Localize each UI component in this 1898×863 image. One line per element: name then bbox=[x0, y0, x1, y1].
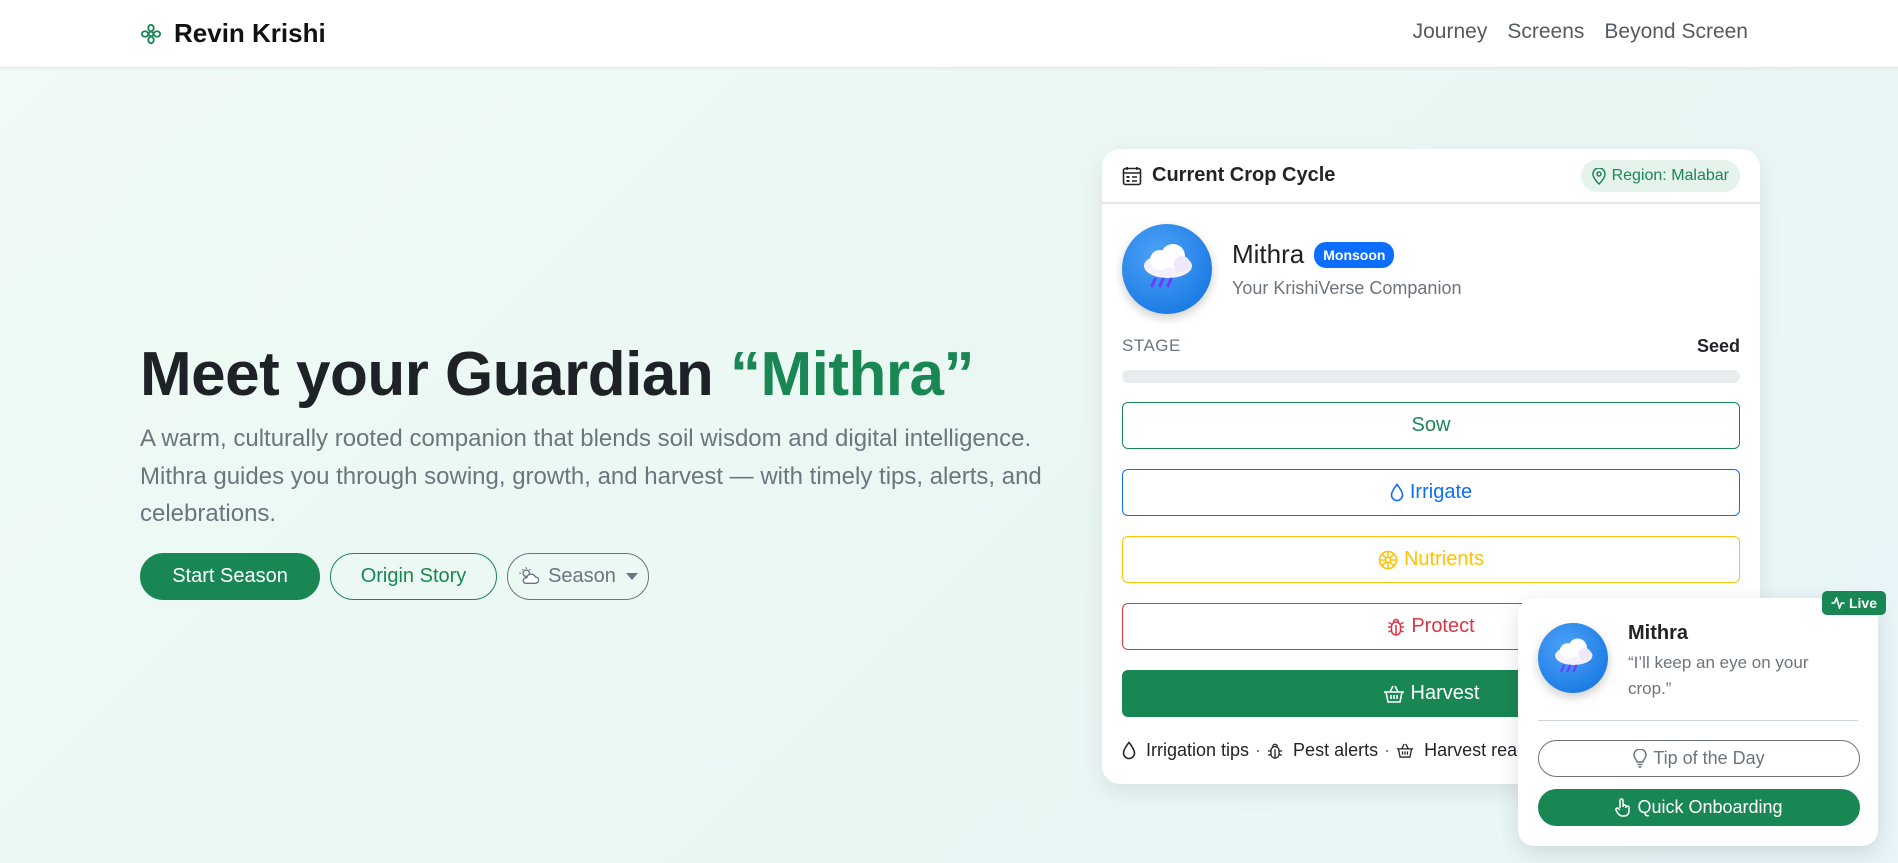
feature-irrigation: Irrigation tips bbox=[1146, 740, 1250, 760]
nav-links: Journey Screens Beyond Screen bbox=[1413, 20, 1748, 44]
widget-divider bbox=[1538, 720, 1858, 721]
top-navbar: Revin Krishi Journey Screens Beyond Scre… bbox=[0, 0, 1898, 68]
caret-down-icon bbox=[625, 572, 638, 580]
droplet-icon bbox=[1122, 741, 1136, 760]
activity-icon bbox=[1831, 597, 1845, 609]
sow-label: Sow bbox=[1411, 414, 1451, 436]
start-season-button[interactable]: Start Season bbox=[140, 552, 320, 600]
stage-row: STAGE Seed bbox=[1122, 336, 1740, 357]
nutrients-button[interactable]: Nutrients bbox=[1122, 536, 1740, 583]
hero-title-main: Meet your Guardian bbox=[140, 340, 730, 409]
calendar-icon bbox=[1122, 166, 1142, 186]
flower-icon bbox=[140, 23, 162, 45]
feature-separator: · bbox=[1384, 740, 1391, 760]
bug-icon bbox=[1387, 617, 1405, 637]
stage-label: STAGE bbox=[1122, 336, 1181, 355]
nutrients-label: Nutrients bbox=[1403, 548, 1485, 570]
protect-label: Protect bbox=[1411, 615, 1475, 637]
droplet-icon bbox=[1390, 483, 1404, 502]
season-badge: Monsoon bbox=[1314, 241, 1395, 268]
live-badge: Live bbox=[1821, 591, 1886, 615]
rain-cloud-icon bbox=[1555, 638, 1593, 673]
brand-logo[interactable]: Revin Krishi bbox=[140, 18, 326, 49]
card-header: Current Crop Cycle Region: Malabar bbox=[1102, 149, 1760, 204]
feature-harvest: Harvest readi bbox=[1424, 740, 1532, 760]
feature-pest: Pest alerts bbox=[1293, 740, 1379, 760]
widget-avatar bbox=[1538, 623, 1608, 693]
onboard-label: Quick Onboarding bbox=[1637, 797, 1783, 817]
brand-name: Revin Krishi bbox=[174, 18, 326, 48]
bug-icon bbox=[1267, 742, 1283, 760]
basket-icon bbox=[1396, 743, 1414, 758]
stage-progress-bar bbox=[1122, 370, 1740, 383]
cloud-sun-icon bbox=[518, 566, 540, 586]
companion-name: Mithra bbox=[1232, 239, 1305, 269]
lightbulb-icon bbox=[1633, 749, 1648, 768]
companion-subtitle: Your KrishiVerse Companion bbox=[1232, 278, 1462, 298]
rain-cloud-icon bbox=[1144, 244, 1192, 288]
hero-actions: Start Season Origin Story Season bbox=[140, 552, 1060, 600]
feature-separator: · bbox=[1255, 740, 1262, 760]
tip-of-the-day-button[interactable]: Tip of the Day bbox=[1538, 740, 1860, 777]
season-dropdown-label: Season bbox=[548, 564, 616, 587]
companion-name-row: Mithra Monsoon bbox=[1232, 239, 1461, 270]
widget-quote: “I’ll keep an eye on your crop.” bbox=[1628, 653, 1809, 698]
quick-onboarding-button[interactable]: Quick Onboarding bbox=[1538, 789, 1860, 826]
hero-title: Meet your Guardian “Mithra” bbox=[140, 338, 1060, 412]
stage-value: Seed bbox=[1696, 336, 1740, 356]
irrigate-button[interactable]: Irrigate bbox=[1122, 469, 1740, 516]
tip-label: Tip of the Day bbox=[1653, 748, 1765, 768]
hero-lead: A warm, culturally rooted companion that… bbox=[140, 425, 1042, 527]
origin-story-button[interactable]: Origin Story bbox=[330, 552, 497, 600]
irrigate-label: Irrigate bbox=[1409, 481, 1473, 503]
region-pill[interactable]: Region: Malabar bbox=[1580, 160, 1740, 192]
nav-link-beyond-screen[interactable]: Beyond Screen bbox=[1604, 20, 1748, 44]
widget-name: Mithra bbox=[1628, 622, 1688, 644]
location-pin-icon bbox=[1591, 167, 1606, 185]
hand-pointer-icon bbox=[1615, 798, 1631, 817]
flower-icon bbox=[1378, 550, 1398, 570]
hero-title-accent: “Mithra” bbox=[729, 340, 975, 409]
season-dropdown[interactable]: Season bbox=[507, 552, 649, 600]
nav-link-journey[interactable]: Journey bbox=[1413, 20, 1488, 44]
feature-list: Irrigation tips · Pest alerts · Harvest … bbox=[1122, 740, 1531, 761]
sow-button[interactable]: Sow bbox=[1122, 402, 1740, 449]
companion-profile: Mithra Monsoon Your KrishiVerse Companio… bbox=[1122, 224, 1461, 314]
companion-info: Mithra Monsoon Your KrishiVerse Companio… bbox=[1232, 239, 1461, 299]
hero-section: Meet your Guardian “Mithra” A warm, cult… bbox=[140, 338, 1060, 600]
basket-icon bbox=[1383, 685, 1405, 703]
region-label: Region: Malabar bbox=[1611, 167, 1729, 184]
companion-avatar bbox=[1122, 224, 1212, 314]
nav-link-screens[interactable]: Screens bbox=[1507, 20, 1584, 44]
harvest-label: Harvest bbox=[1410, 682, 1480, 704]
companion-widget: Live Mithra “I’ll keep an eye on your cr… bbox=[1518, 591, 1886, 846]
card-title: Current Crop Cycle bbox=[1152, 164, 1336, 186]
live-label: Live bbox=[1848, 595, 1877, 611]
